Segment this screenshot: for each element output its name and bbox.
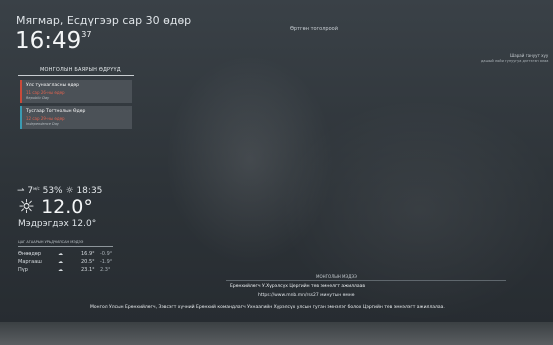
holiday-name: Тусгаар Тогтнолын Өдөр xyxy=(26,109,86,114)
forecast-divider xyxy=(18,246,113,247)
sunset-icon: ☼ xyxy=(65,186,74,196)
holiday-card: Улс тунхагласны өдөр 11 сар 26-ны өдөр R… xyxy=(20,80,132,103)
feels-like: Мэдрэгдэх 12.0° xyxy=(18,219,97,229)
forecast-high: 20.5° xyxy=(81,259,95,265)
top-right-line-1: Шарай гануут хуу xyxy=(510,53,549,58)
forecast-row: Өнөөдөр ☁ 16.9° -0.9° xyxy=(18,251,128,258)
holiday-date: 12 сар 29-ны өдөр xyxy=(26,116,65,121)
forecast-high: 23.1° xyxy=(81,267,95,273)
top-right-line-2: дашый лойи гунуугуа дэгтэгэн ялаа xyxy=(481,59,549,63)
forecast-row: Маргааш ☁ 20.5° -1.9° xyxy=(18,259,128,266)
holiday-english: Independence Day xyxy=(26,122,59,126)
weather-summary: ⇀ 7м/с 53% ☼ 18:35 xyxy=(17,186,102,196)
forecast-low: 2.3° xyxy=(100,267,111,273)
sun-icon: ☼ xyxy=(18,196,36,218)
wind-unit: м/с xyxy=(33,186,40,191)
holiday-date: 11 сар 26-ны өдөр xyxy=(26,90,65,95)
holiday-card: Тусгаар Тогтнолын Өдөр 12 сар 29-ны өдөр… xyxy=(20,106,132,129)
top-center-text: Өртгөн тоголроой xyxy=(290,26,338,32)
news-source-link[interactable]: https://www.mnb.mn/rss27 минутын өмнө xyxy=(258,293,354,298)
news-title: МОНГОЛЫН МЭДЭЭ xyxy=(316,274,357,279)
cloud-icon: ☁ xyxy=(58,259,63,265)
clock-hours-minutes: 16:49 xyxy=(15,28,82,54)
cloud-icon: ☁ xyxy=(58,267,63,273)
forecast-title: ЦАГ АГААРЫН УРЬДЧИЛСАН МЭДЭЭ xyxy=(18,240,84,244)
forecast-day: Өнөөдөр xyxy=(18,251,42,257)
sunset-time: 18:35 xyxy=(76,186,103,196)
wind-icon: ⇀ xyxy=(17,186,25,196)
holidays-divider xyxy=(18,75,134,76)
forecast-low: -0.9° xyxy=(100,251,113,257)
forecast-day: Пүр xyxy=(18,267,28,273)
humidity-value: 53% xyxy=(42,186,63,196)
forecast-low: -1.9° xyxy=(100,259,113,265)
news-divider xyxy=(226,280,506,281)
forecast-high: 16.9° xyxy=(81,251,95,257)
forecast-row: Пүр ☁ 23.1° 2.3° xyxy=(18,267,128,274)
clock: 16:4937 xyxy=(15,28,91,54)
cloud-icon: ☁ xyxy=(58,251,63,257)
monitor-bezel xyxy=(0,322,553,345)
news-headline: Ерөнхийлөгч У.Хүрэлсүх Цергийн тев эмнел… xyxy=(230,284,366,289)
news-summary: Монгол Улсын Ерөнхийлөгч, Зэвсэгт хүчний… xyxy=(90,305,445,310)
current-temperature: ☼ 12.0° xyxy=(18,196,93,218)
clock-seconds: 37 xyxy=(81,30,92,39)
holidays-title: МОНГОЛЫН БАЯРЫН ӨДРҮҮД xyxy=(40,67,121,73)
temperature-value: 12.0° xyxy=(41,196,93,218)
holiday-english: Republic Day xyxy=(26,96,50,100)
forecast-day: Маргааш xyxy=(18,259,42,265)
date-text: Мягмар, Есдүгээр сар 30 өдөр xyxy=(16,14,192,27)
holiday-name: Улс тунхагласны өдөр xyxy=(26,83,80,88)
